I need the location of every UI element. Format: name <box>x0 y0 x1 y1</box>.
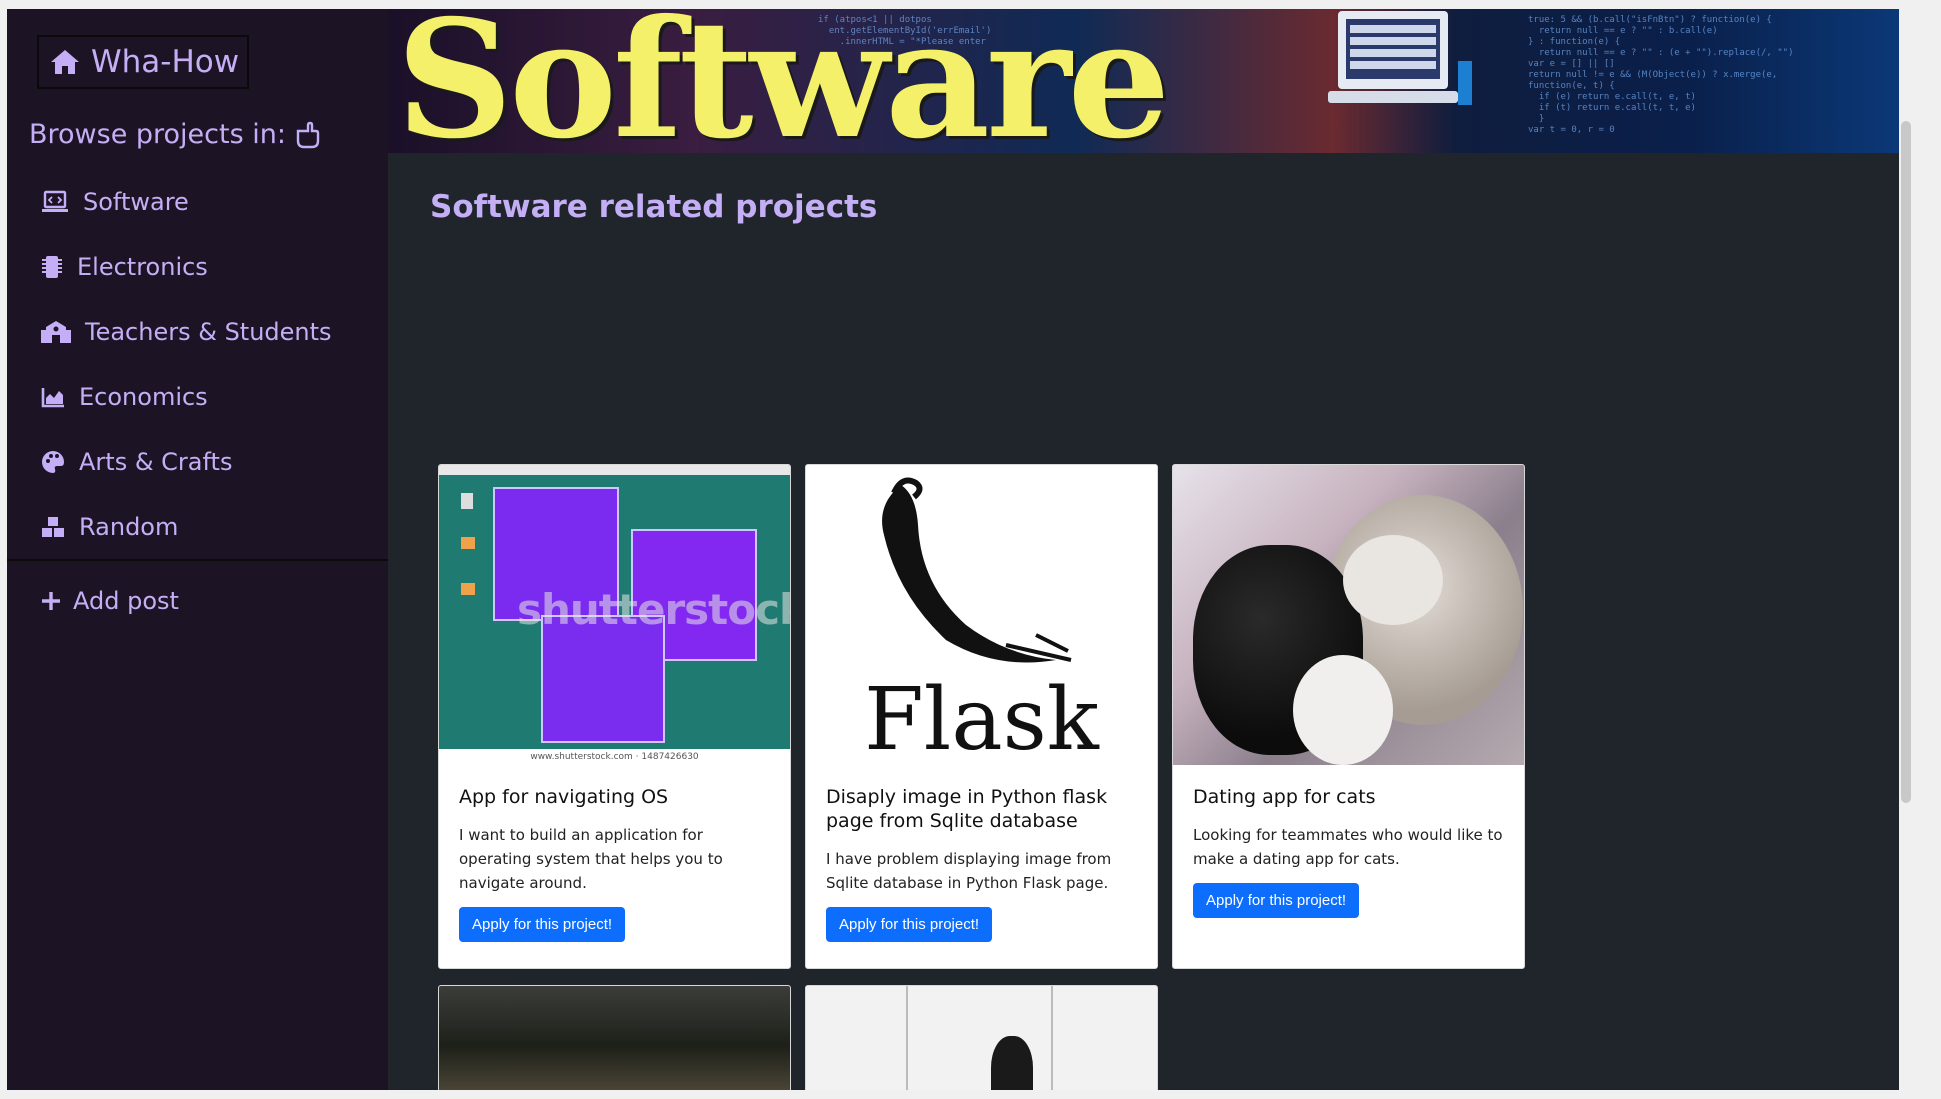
plus-icon <box>41 591 61 611</box>
apply-button[interactable]: Apply for this project! <box>1193 883 1360 918</box>
nav-item-arts-crafts[interactable]: Arts & Crafts <box>7 429 388 494</box>
nav-item-software[interactable]: Software <box>7 169 388 234</box>
sidebar-divider <box>7 559 388 561</box>
nav-item-electronics[interactable]: Electronics <box>7 234 388 299</box>
card-title: Disaply image in Python flask page from … <box>826 786 1108 832</box>
watermark-text: shutterstock <box>517 585 790 634</box>
nav-item-random[interactable]: Random <box>7 494 388 559</box>
add-post-link[interactable]: Add post <box>41 587 179 615</box>
card-image-flask: Flask <box>806 465 1157 765</box>
project-card: Dating app for cats Looking for teammate… <box>1172 464 1525 969</box>
hand-pointing-icon <box>294 121 320 149</box>
card-title: Dating app for cats <box>1193 786 1376 808</box>
nav-label-economics: Economics <box>79 382 208 411</box>
card-image-electronics <box>439 986 790 1090</box>
card-text: I want to build an application for opera… <box>459 826 723 892</box>
nav-label-electronics: Electronics <box>77 252 208 281</box>
card-image-silhouette <box>806 986 1157 1090</box>
nav-label-arts-crafts: Arts & Crafts <box>79 447 233 476</box>
laptop-code-icon <box>41 190 69 214</box>
apply-button[interactable]: Apply for this project! <box>459 907 626 942</box>
card-title: App for navigating OS <box>459 786 669 808</box>
category-nav: Software Electronics Teachers & Students… <box>7 169 388 559</box>
card-body: Dating app for cats Looking for teammate… <box>1173 765 1524 918</box>
project-card-partial <box>438 985 791 1090</box>
nav-label-teachers-students: Teachers & Students <box>85 317 332 346</box>
microchip-icon <box>41 254 63 280</box>
app-frame: Wha-How Browse projects in: Software Ele… <box>7 9 1913 1090</box>
banner-title: Software <box>396 9 1170 153</box>
nav-item-teachers-students[interactable]: Teachers & Students <box>7 299 388 364</box>
page-scrollbar[interactable] <box>1899 9 1913 1090</box>
nav-item-economics[interactable]: Economics <box>7 364 388 429</box>
palette-icon <box>41 450 65 474</box>
add-post-label: Add post <box>73 587 179 615</box>
card-body: App for navigating OS I want to build an… <box>439 765 790 942</box>
card-text: I have problem displaying image from Sql… <box>826 850 1112 892</box>
browse-heading: Browse projects in: <box>29 119 320 150</box>
cubes-icon <box>41 516 65 538</box>
card-image-cats <box>1173 465 1524 765</box>
project-card-partial <box>805 985 1158 1090</box>
project-card: Flask Disaply image in Python flask page… <box>805 464 1158 969</box>
scrollbar-thumb[interactable] <box>1901 121 1911 803</box>
page-title: Software related projects <box>430 189 878 225</box>
nav-label-random: Random <box>79 512 179 541</box>
browse-label: Browse projects in: <box>29 119 286 150</box>
project-card: www.shutterstock.com · 1487426630 shutte… <box>438 464 791 969</box>
school-icon <box>41 320 71 344</box>
sidebar: Wha-How Browse projects in: Software Ele… <box>7 9 388 1090</box>
brand-label: Wha-How <box>91 44 240 80</box>
card-text: Looking for teammates who would like to … <box>1193 826 1503 868</box>
banner-code-texture-right: true: 5 && (b.call("isFnBtn") ? function… <box>1528 15 1794 135</box>
card-image-os: www.shutterstock.com · 1487426630 shutte… <box>439 465 790 765</box>
card-image-caption: www.shutterstock.com · 1487426630 <box>439 749 790 765</box>
card-body: Disaply image in Python flask page from … <box>806 765 1157 942</box>
home-icon <box>49 48 81 76</box>
category-banner: if (atpos<1 || dotpos ent.getElementById… <box>388 9 1913 153</box>
nav-label-software: Software <box>83 187 189 216</box>
apply-button[interactable]: Apply for this project! <box>826 907 993 942</box>
chart-area-icon <box>41 386 65 408</box>
flask-logo-text: Flask <box>864 670 1099 765</box>
laptop-icon <box>1328 11 1472 105</box>
home-link[interactable]: Wha-How <box>37 35 249 89</box>
